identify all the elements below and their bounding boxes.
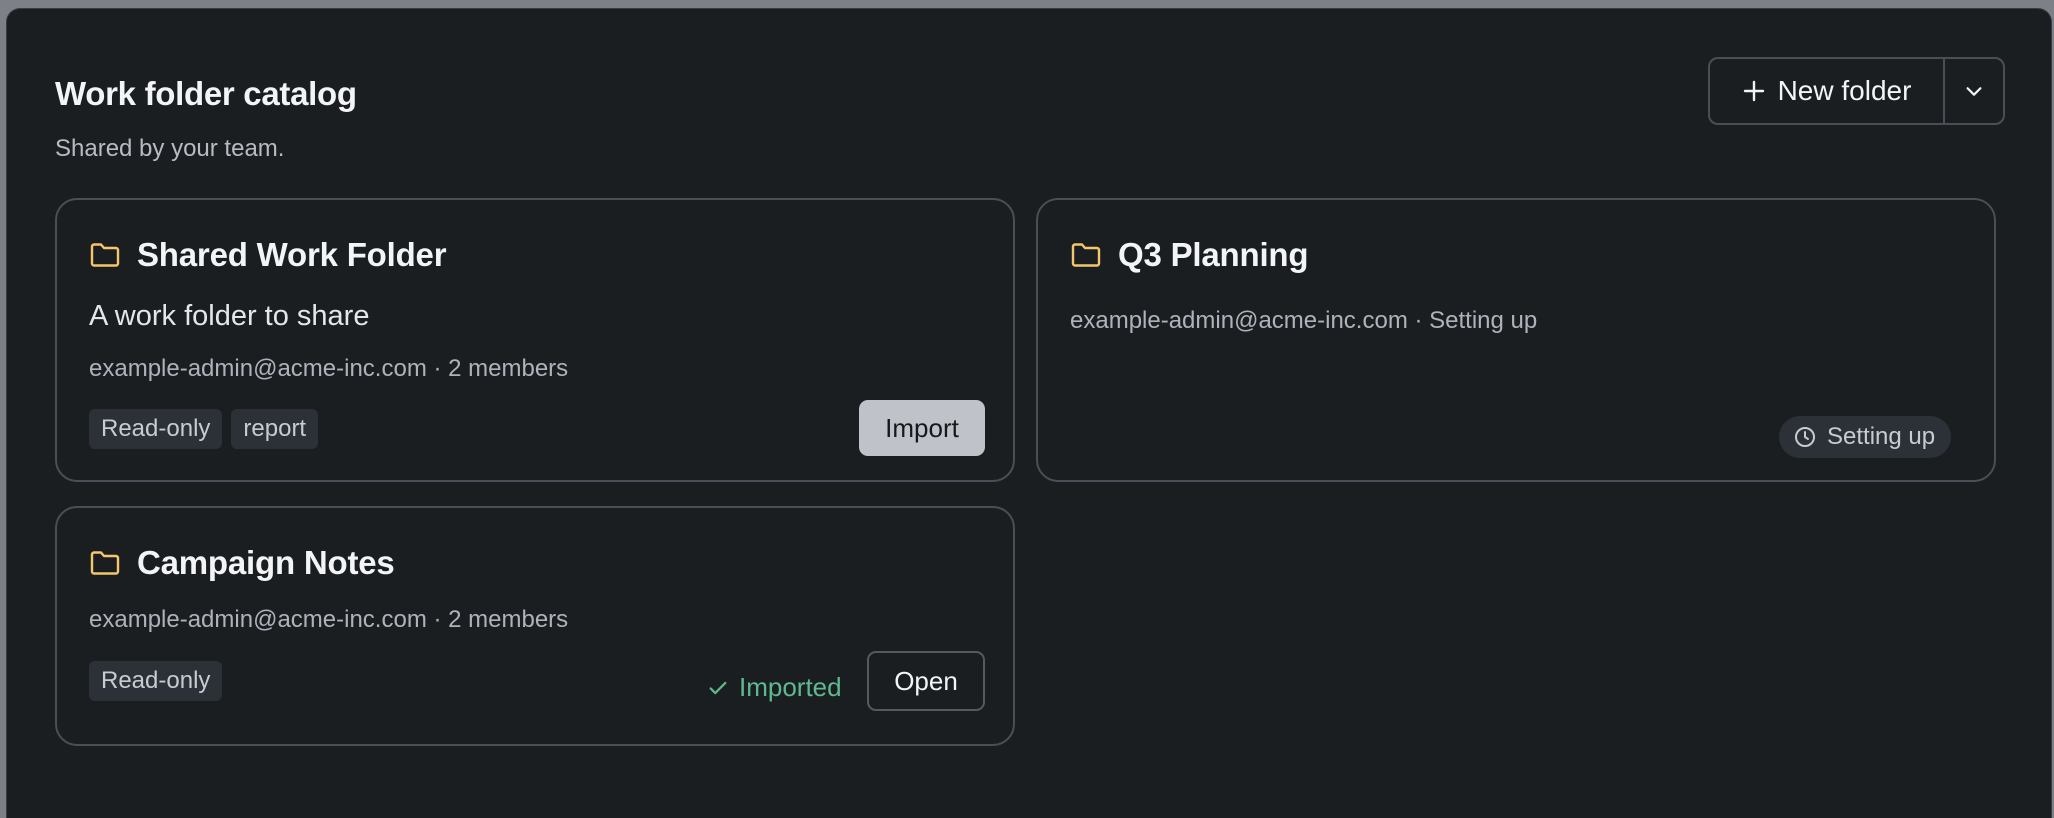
folder-name: Shared Work Folder [137,236,447,273]
catalog-panel: Work folder catalog Shared by your team.… [6,8,2052,818]
folder-icon [1070,241,1102,269]
folder-card: Campaign Notes example-admin@acme-inc.co… [55,506,1015,746]
folder-card-header: Campaign Notes [89,544,395,582]
folder-icon [89,549,121,577]
folder-card-header: Shared Work Folder [89,236,447,274]
new-folder-dropdown-button[interactable] [1945,59,2003,123]
folder-card: Shared Work Folder A work folder to shar… [55,198,1015,482]
page-subtitle: Shared by your team. [55,135,285,162]
import-button[interactable]: Import [859,400,985,456]
tag-report: report [231,409,319,449]
page-title: Work folder catalog [55,75,357,112]
folder-meta: example-admin@acme-inc.com · Setting up [1070,307,1538,334]
plus-icon [1742,79,1766,103]
new-folder-label: New folder [1777,75,1912,106]
imported-label: Imported [739,672,842,702]
check-icon [707,677,729,699]
folder-tags: Read-only [89,661,223,701]
tag-read-only: Read-only [89,661,223,701]
folder-tags: Read-only report [89,409,319,449]
clock-icon [1793,425,1817,449]
folder-card-header: Q3 Planning [1070,236,1309,274]
status-label: Setting up [1827,423,1936,450]
folder-meta: example-admin@acme-inc.com · 2 members [89,355,569,382]
folder-card: Q3 Planning example-admin@acme-inc.com ·… [1036,198,1996,482]
imported-status: Imported [707,672,842,703]
folder-name: Q3 Planning [1118,236,1309,273]
new-folder-split-button: New folder [1708,57,2005,125]
folder-meta: example-admin@acme-inc.com · 2 members [89,606,569,633]
chevron-down-icon [1963,80,1985,102]
tag-read-only: Read-only [89,409,223,449]
open-button[interactable]: Open [867,651,985,711]
folder-icon [89,241,121,269]
status-badge: Setting up [1779,416,1952,458]
new-folder-button[interactable]: New folder [1710,59,1943,123]
folder-name: Campaign Notes [137,544,395,581]
folder-description: A work folder to share [89,300,370,332]
